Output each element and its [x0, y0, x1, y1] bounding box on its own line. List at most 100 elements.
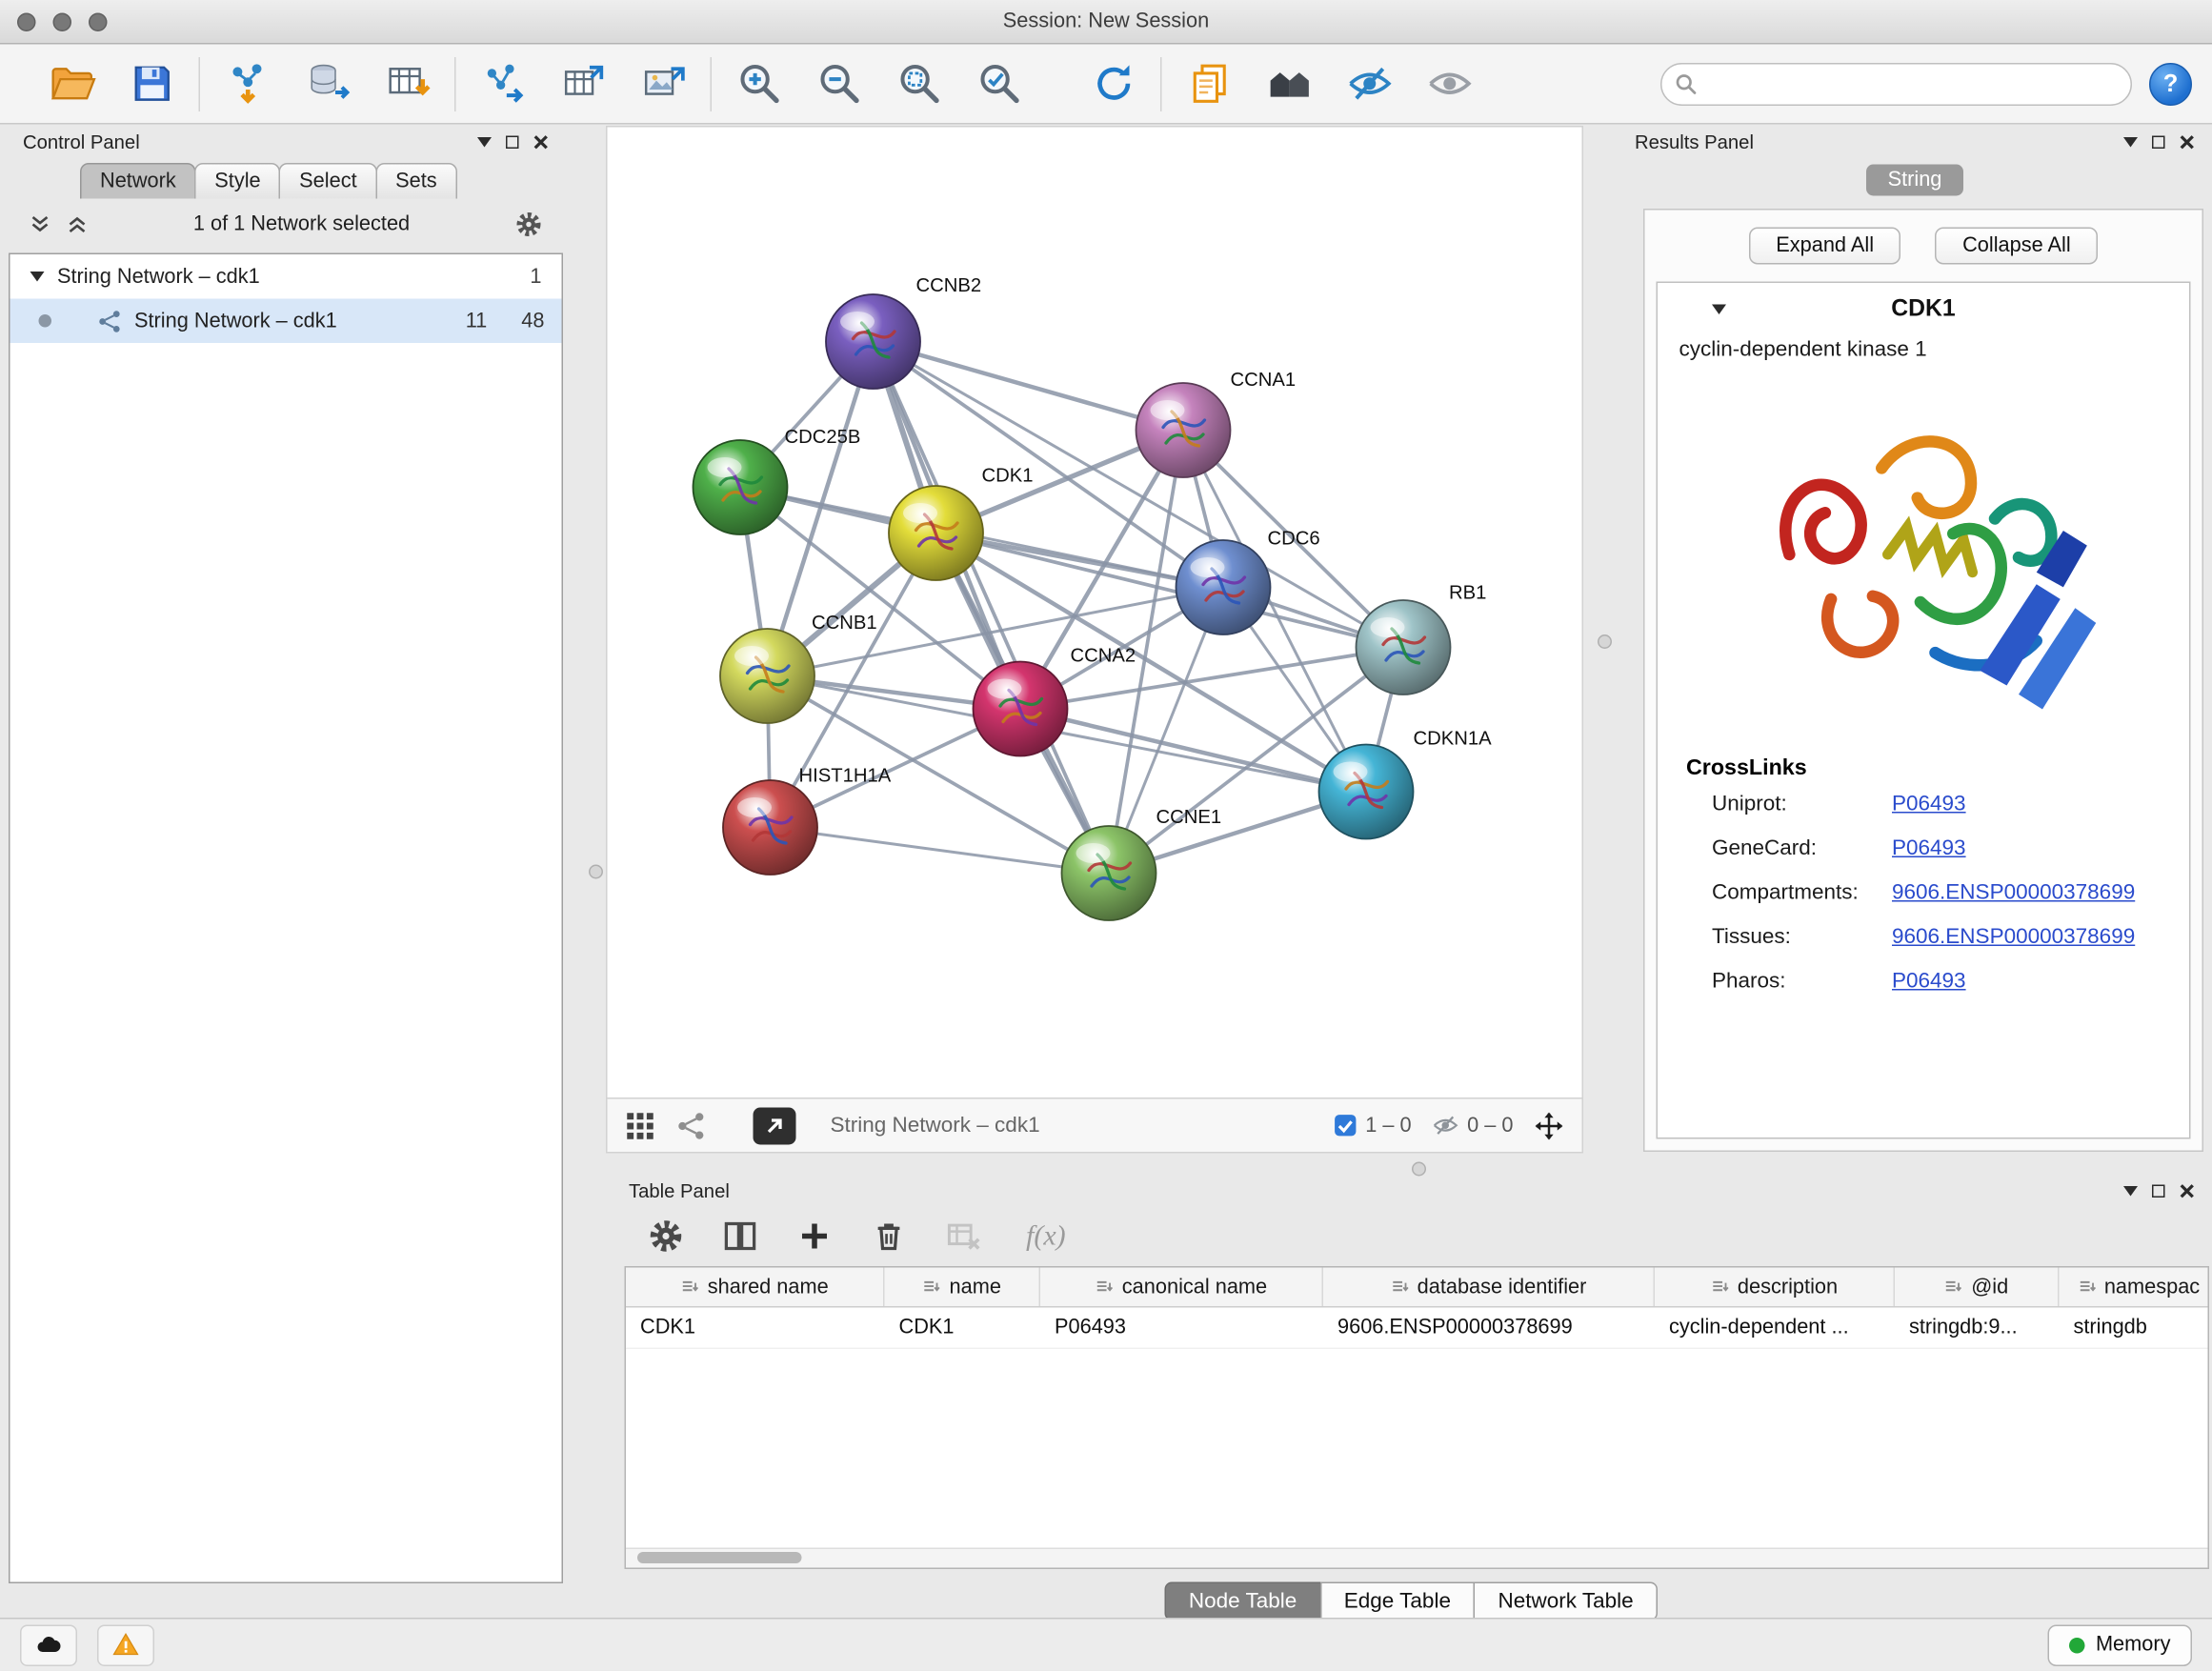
panel-close-icon[interactable]: [533, 133, 550, 150]
panel-close-icon[interactable]: [2180, 1182, 2196, 1198]
column-header[interactable]: namespac: [2060, 1268, 2210, 1307]
help-button[interactable]: ?: [2149, 62, 2192, 105]
column-header[interactable]: canonical name: [1040, 1268, 1323, 1307]
crosslink-link[interactable]: 9606.ENSP00000378699: [1892, 925, 2135, 950]
table-settings-button[interactable]: [643, 1214, 689, 1259]
network-node-cdk1[interactable]: [889, 486, 983, 580]
table-cell[interactable]: CDK1: [626, 1308, 885, 1348]
new-network-button[interactable]: [463, 55, 543, 112]
network-row-selected[interactable]: String Network – cdk1 11 48: [10, 299, 562, 344]
network-edge[interactable]: [874, 342, 1110, 874]
hidden-eye-icon[interactable]: [1432, 1112, 1459, 1139]
function-builder-button[interactable]: f(x): [1026, 1219, 1066, 1253]
tab-network[interactable]: Network: [80, 163, 196, 199]
results-tab-string[interactable]: String: [1866, 165, 1963, 196]
left-splitter-handle[interactable]: [589, 865, 603, 879]
network-node-ccna1[interactable]: [1136, 383, 1231, 477]
apply-layout-button[interactable]: [1074, 55, 1154, 112]
protein-section-header[interactable]: CDK1: [1658, 283, 2189, 334]
network-view-canvas[interactable]: CCNB2CCNA1CDC25BCDK1CDC6RB1CCNB1CCNA2CDK…: [606, 126, 1583, 1099]
warnings-button[interactable]: [97, 1624, 154, 1666]
collapse-all-chevrons-icon[interactable]: [29, 213, 51, 236]
collection-expand-icon[interactable]: [30, 272, 45, 282]
copy-document-button[interactable]: [1169, 55, 1249, 112]
zoom-in-button[interactable]: [719, 55, 799, 112]
panel-close-icon[interactable]: [2180, 133, 2196, 150]
network-node-ccna2[interactable]: [974, 662, 1068, 756]
network-node-hist1h1a[interactable]: [723, 780, 817, 875]
network-edge[interactable]: [771, 828, 1110, 874]
panel-menu-icon[interactable]: [2123, 1185, 2138, 1196]
column-header[interactable]: @id: [1895, 1268, 2060, 1307]
new-network-from-table-button[interactable]: [543, 55, 623, 112]
table-cell[interactable]: stringdb:9...: [1895, 1308, 2060, 1348]
delete-column-button[interactable]: [866, 1214, 912, 1259]
panel-float-icon[interactable]: [2152, 135, 2165, 149]
crosslink-link[interactable]: P06493: [1892, 969, 1966, 994]
network-node-rb1[interactable]: [1357, 600, 1451, 695]
network-edge[interactable]: [874, 342, 1184, 431]
column-header[interactable]: database identifier: [1323, 1268, 1655, 1307]
expand-all-button[interactable]: Expand All: [1749, 228, 1901, 265]
show-all-button[interactable]: [1409, 55, 1489, 112]
expand-all-chevrons-icon[interactable]: [66, 213, 89, 236]
zoom-fit-button[interactable]: [879, 55, 959, 112]
grid-view-icon[interactable]: [625, 1110, 656, 1141]
import-table-button[interactable]: [368, 55, 448, 112]
table-cell[interactable]: 9606.ENSP00000378699: [1323, 1308, 1655, 1348]
zoom-selected-button[interactable]: [959, 55, 1039, 112]
table-cell[interactable]: stringdb: [2060, 1308, 2210, 1348]
crosslink-link[interactable]: P06493: [1892, 836, 1966, 861]
network-node-ccne1[interactable]: [1062, 826, 1156, 920]
crosslink-link[interactable]: P06493: [1892, 792, 1966, 816]
table-row[interactable]: CDK1 CDK1 P06493 9606.ENSP00000378699 cy…: [626, 1308, 2208, 1350]
selected-checkbox-icon[interactable]: [1333, 1114, 1357, 1138]
tab-style[interactable]: Style: [194, 163, 280, 199]
section-collapse-icon[interactable]: [1712, 304, 1726, 314]
panel-menu-icon[interactable]: [2123, 136, 2138, 147]
tab-edge-table[interactable]: Edge Table: [1319, 1582, 1475, 1621]
show-columns-button[interactable]: [717, 1214, 763, 1259]
zoom-out-button[interactable]: [799, 55, 879, 112]
right-splitter-handle[interactable]: [1598, 634, 1612, 649]
network-share-icon[interactable]: [676, 1110, 708, 1141]
import-network-file-button[interactable]: [208, 55, 288, 112]
import-network-database-button[interactable]: [288, 55, 368, 112]
tab-sets[interactable]: Sets: [375, 163, 457, 199]
table-horizontal-scrollbar[interactable]: [626, 1548, 2208, 1568]
table-cell[interactable]: cyclin-dependent ...: [1655, 1308, 1895, 1348]
gear-icon[interactable]: [514, 211, 543, 239]
birds-eye-view-button[interactable]: [1249, 55, 1329, 112]
network-node-cdkn1a[interactable]: [1319, 745, 1414, 839]
table-cell[interactable]: P06493: [1040, 1308, 1323, 1348]
column-header[interactable]: shared name: [626, 1268, 885, 1307]
table-cell[interactable]: CDK1: [885, 1308, 1041, 1348]
collapse-all-button[interactable]: Collapse All: [1936, 228, 2099, 265]
network-node-cdc6[interactable]: [1176, 540, 1271, 634]
network-node-ccnb2[interactable]: [826, 294, 920, 389]
network-node-ccnb1[interactable]: [720, 629, 814, 723]
tab-select[interactable]: Select: [279, 163, 376, 199]
tab-node-table[interactable]: Node Table: [1164, 1582, 1320, 1621]
save-session-button[interactable]: [111, 55, 191, 112]
tab-network-table[interactable]: Network Table: [1474, 1582, 1658, 1621]
panel-float-icon[interactable]: [506, 135, 519, 149]
cloud-button[interactable]: [20, 1624, 77, 1666]
hide-selected-button[interactable]: [1329, 55, 1409, 112]
network-collection-row[interactable]: String Network – cdk1 1: [10, 254, 562, 299]
panel-menu-icon[interactable]: [477, 136, 492, 147]
export-image-button[interactable]: [623, 55, 703, 112]
create-column-button[interactable]: [792, 1214, 837, 1259]
search-input[interactable]: [1660, 62, 2132, 105]
crosslink-link[interactable]: 9606.ENSP00000378699: [1892, 880, 2135, 905]
pan-crosshair-icon[interactable]: [1534, 1110, 1565, 1141]
network-edge[interactable]: [1020, 709, 1366, 792]
detach-view-button[interactable]: [754, 1107, 796, 1144]
panel-float-icon[interactable]: [2152, 1184, 2165, 1198]
open-session-button[interactable]: [31, 55, 111, 112]
scrollbar-thumb[interactable]: [637, 1552, 802, 1563]
memory-button[interactable]: Memory: [2047, 1624, 2192, 1666]
network-node-cdc25b[interactable]: [694, 440, 788, 534]
column-header[interactable]: description: [1655, 1268, 1895, 1307]
column-header[interactable]: name: [885, 1268, 1041, 1307]
